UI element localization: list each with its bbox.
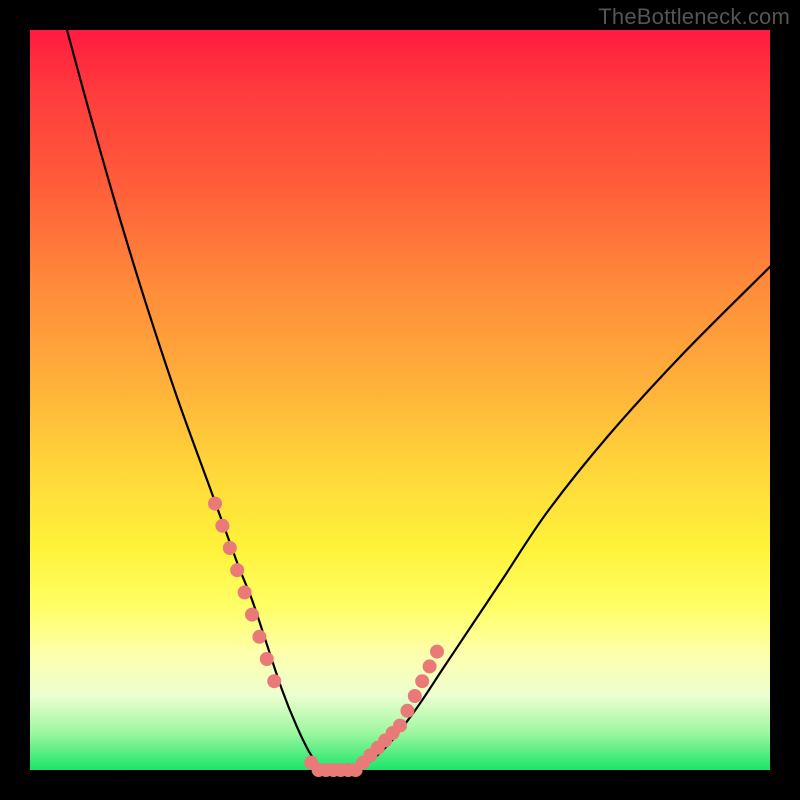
highlight-dot xyxy=(223,541,237,555)
highlight-dot xyxy=(245,608,259,622)
highlight-dots xyxy=(208,497,444,777)
highlight-dot xyxy=(415,674,429,688)
bottleneck-curve xyxy=(67,30,770,772)
highlight-dot xyxy=(408,689,422,703)
highlight-dot xyxy=(430,645,444,659)
highlight-dot xyxy=(393,719,407,733)
highlight-dot xyxy=(260,652,274,666)
highlight-dot xyxy=(230,563,244,577)
watermark-text: TheBottleneck.com xyxy=(598,4,790,30)
chart-frame: TheBottleneck.com xyxy=(0,0,800,800)
plot-area xyxy=(30,30,770,770)
highlight-dot xyxy=(252,630,266,644)
highlight-dot xyxy=(423,659,437,673)
highlight-dot xyxy=(208,497,222,511)
highlight-dot xyxy=(267,674,281,688)
highlight-dot xyxy=(238,585,252,599)
chart-svg xyxy=(30,30,770,770)
highlight-dot xyxy=(215,519,229,533)
highlight-dot xyxy=(400,704,414,718)
